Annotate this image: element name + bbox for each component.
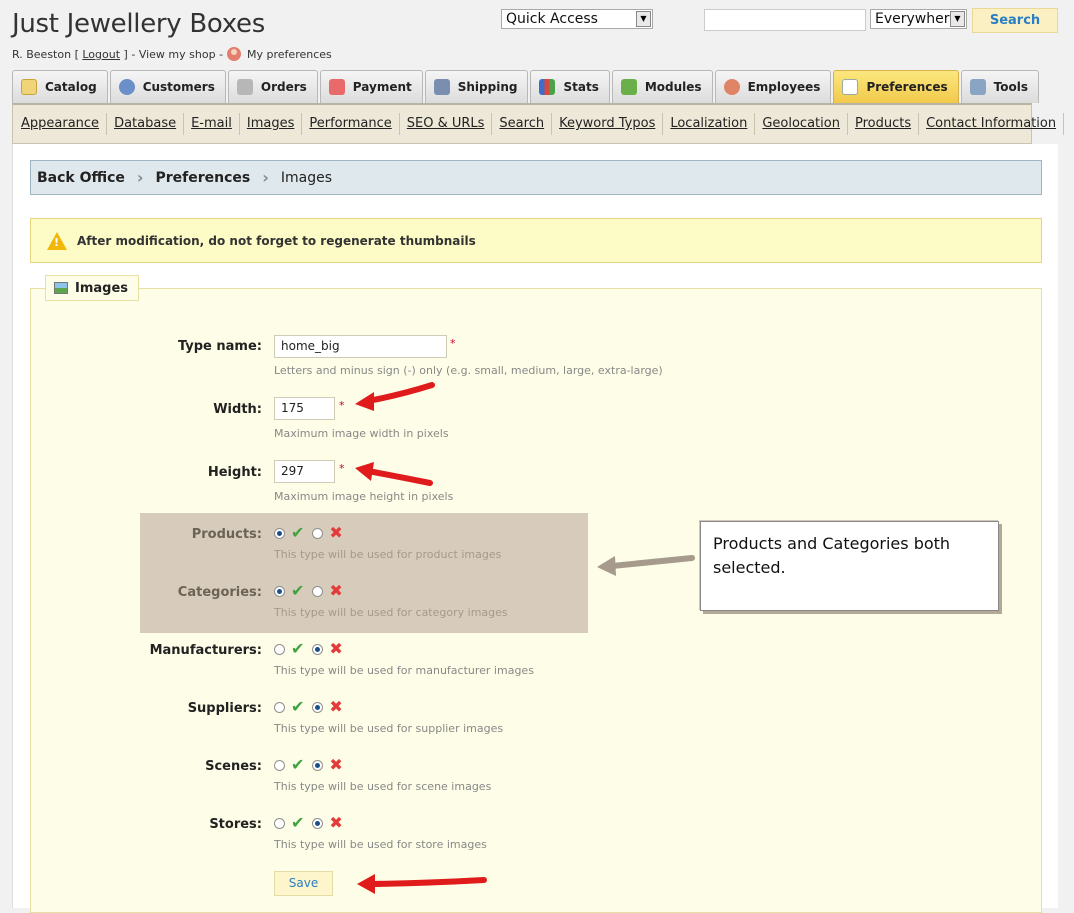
annotation-arrows	[355, 382, 695, 894]
red-arrow-height	[355, 462, 433, 486]
red-arrow-save	[357, 874, 487, 894]
grey-arrow-callout	[597, 555, 695, 576]
red-arrow-width	[355, 382, 435, 411]
